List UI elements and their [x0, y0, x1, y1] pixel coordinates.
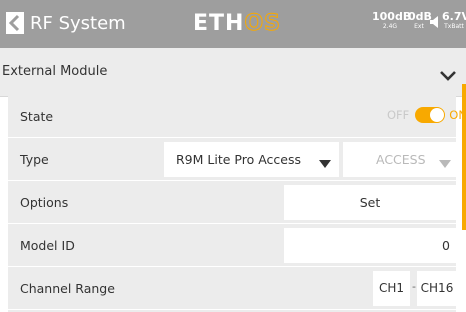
status-area[interactable]: 100dB 2.4G 0dB Ext 6.7V TxBatt — [372, 10, 466, 38]
logo-part-eth: ETH — [193, 10, 245, 36]
options-set-button[interactable]: Set — [284, 185, 456, 220]
rssi-ext-label: Ext — [414, 23, 424, 30]
state-toggle[interactable] — [415, 107, 446, 123]
module-type-dropdown[interactable]: R9M Lite Pro Access — [164, 142, 339, 177]
protocol-dropdown[interactable]: ACCESS — [343, 142, 457, 177]
screen-title: RF System — [30, 12, 126, 34]
ethos-logo: ETH OS — [193, 9, 281, 37]
tx-battery: 6.7V TxBatt — [442, 10, 466, 31]
channel-start-value: CH1 — [378, 281, 405, 295]
back-button[interactable]: RF System — [6, 8, 126, 38]
logo-part-os: OS — [244, 10, 281, 36]
rssi-ext-value: 0dB — [408, 10, 432, 23]
row-state: State OFF ON — [8, 96, 466, 138]
row-type: Type R9M Lite Pro Access ACCESS — [8, 139, 457, 181]
module-settings-panel: State OFF ON Type R9M Lite Pro Access AC… — [8, 96, 466, 312]
channel-range-label: Channel Range — [20, 281, 115, 296]
row-options: Options Set — [8, 182, 456, 224]
back-arrow-icon — [6, 12, 24, 34]
set-button-label: Set — [359, 195, 381, 210]
options-label: Options — [20, 195, 69, 210]
protocol-value: ACCESS — [376, 152, 426, 167]
state-label: State — [20, 109, 54, 124]
scrollbar-thumb[interactable] — [462, 84, 466, 230]
state-toggle-group: OFF ON — [387, 107, 466, 123]
caret-down-icon — [439, 156, 451, 171]
channel-end-value: CH16 — [420, 281, 454, 295]
row-channel-range: Channel Range CH1 - CH16 — [8, 268, 457, 310]
model-id-value: 0 — [442, 238, 450, 253]
model-id-field[interactable]: 0 — [284, 228, 456, 263]
rssi-24g-label: 2.4G — [382, 23, 398, 30]
tx-battery-label: TxBatt — [444, 23, 464, 30]
top-bar: RF System ETH OS 100dB 2.4G 0dB Ext 6.7V … — [0, 0, 466, 48]
caret-down-icon — [319, 156, 331, 171]
chevron-down-icon — [440, 66, 456, 85]
channel-end-field[interactable]: CH16 — [417, 271, 457, 306]
tx-battery-value: 6.7V — [442, 10, 466, 23]
rssi-ext: 0dB Ext — [408, 10, 432, 31]
section-title: External Module — [2, 64, 108, 79]
module-type-value: R9M Lite Pro Access — [176, 152, 301, 167]
state-off-label: OFF — [387, 108, 410, 122]
speaker-icon — [430, 13, 440, 32]
toggle-knob — [430, 108, 445, 122]
row-model-id: Model ID 0 — [8, 225, 456, 267]
external-module-header[interactable]: External Module — [0, 48, 466, 97]
model-id-label: Model ID — [20, 238, 75, 253]
channel-start-field[interactable]: CH1 — [373, 271, 410, 306]
rssi-24g: 100dB 2.4G — [372, 10, 412, 31]
rssi-24g-value: 100dB — [372, 10, 412, 23]
type-label: Type — [20, 152, 49, 167]
